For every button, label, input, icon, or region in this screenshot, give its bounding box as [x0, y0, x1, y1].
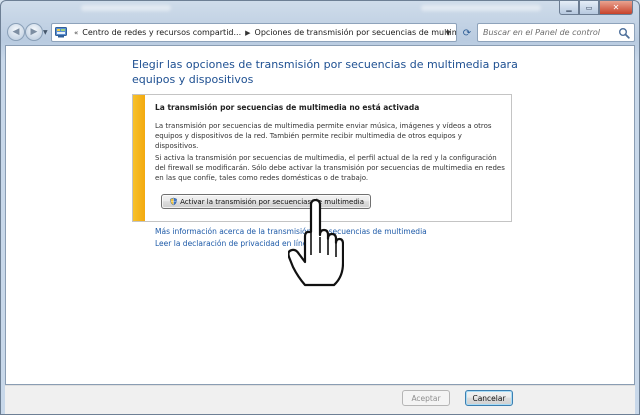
back-arrow-icon: ◀ [12, 27, 20, 37]
title-bar: ▁ ▭ ✕ [1, 1, 639, 19]
notice-description: La transmisión por secuencias de multime… [155, 122, 492, 150]
notice-warning: Si activa la transmisión por secuencias … [155, 154, 505, 182]
address-bar[interactable]: « Centro de redes y recursos compartid..… [51, 23, 457, 42]
page-title: Elegir las opciones de transmisión por s… [132, 58, 518, 86]
notice-title: La transmisión por secuencias de multime… [155, 103, 420, 112]
control-panel-icon [55, 27, 67, 39]
close-button[interactable]: ✕ [599, 1, 633, 15]
accept-button[interactable]: Aceptar [402, 390, 450, 406]
hand-pointer-icon [288, 199, 344, 287]
search-input[interactable] [483, 28, 619, 37]
breadcrumb-network-center[interactable]: Centro de redes y recursos compartid... [82, 28, 241, 37]
back-button[interactable]: ◀ [7, 23, 25, 41]
dialog-footer: Aceptar Cancelar [5, 385, 635, 414]
refresh-icon: ⟳ [462, 27, 472, 39]
control-panel-window: ▁ ▭ ✕ ◀ ▶ ▼ « Centro de redes y recursos… [0, 0, 640, 415]
breadcrumb-chevron-icon[interactable]: ▶ [245, 29, 250, 37]
forward-button[interactable]: ▶ [25, 23, 43, 41]
address-dropdown-icon[interactable]: ▼ [442, 27, 454, 39]
maximize-button[interactable]: ▭ [579, 1, 599, 15]
caption-buttons: ▁ ▭ ✕ [559, 1, 633, 15]
notice-accent-bar [133, 95, 145, 221]
breadcrumb-streaming-options[interactable]: Opciones de transmisión por secuencias d… [255, 28, 456, 37]
search-icon[interactable] [618, 27, 630, 39]
recent-pages-dropdown[interactable]: ▼ [43, 29, 48, 36]
search-box [477, 23, 635, 42]
minimize-button[interactable]: ▁ [559, 1, 579, 15]
window-title-blurred [81, 5, 171, 11]
navigation-bar: ◀ ▶ ▼ « Centro de redes y recursos compa… [1, 21, 639, 45]
uac-shield-icon [170, 197, 177, 206]
refresh-button[interactable]: ⟳ [460, 26, 474, 40]
breadcrumb-overflow[interactable]: « [74, 29, 78, 37]
cancel-button[interactable]: Cancelar [465, 390, 513, 406]
forward-arrow-icon: ▶ [30, 27, 38, 37]
